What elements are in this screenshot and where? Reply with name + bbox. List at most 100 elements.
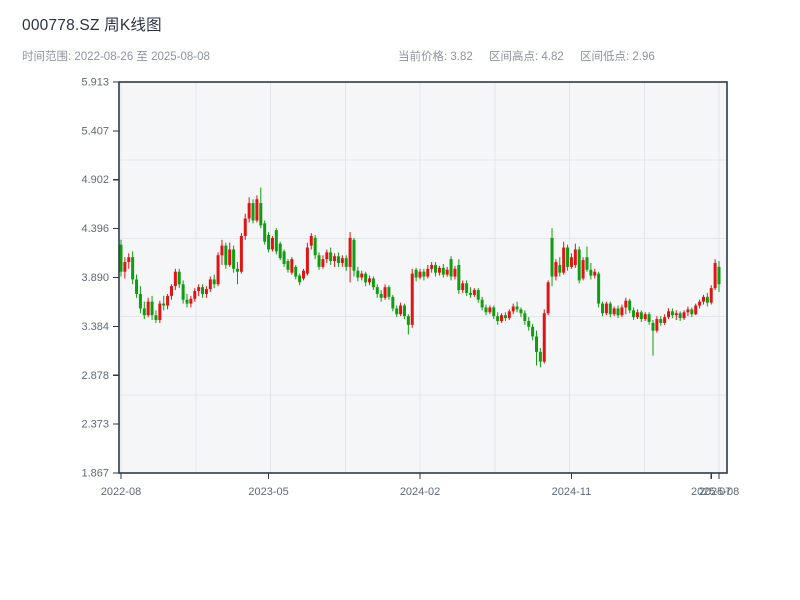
candle-body xyxy=(441,267,445,275)
x-tick-label: 2024-11 xyxy=(552,486,592,498)
candle-body xyxy=(406,316,410,325)
y-tick-label: 1.867 xyxy=(81,468,109,480)
candle-body xyxy=(391,296,395,309)
candle-body xyxy=(259,203,263,226)
candle-body xyxy=(387,287,391,297)
candle-body xyxy=(131,257,135,280)
candle-body xyxy=(437,267,441,273)
candle-body xyxy=(655,319,659,331)
candle-body xyxy=(480,299,484,308)
candle-body xyxy=(317,255,321,267)
candle-body xyxy=(204,289,208,294)
candle-body xyxy=(507,311,511,319)
candle-body xyxy=(418,271,422,278)
y-tick-label: 4.902 xyxy=(81,174,109,186)
candle-body xyxy=(154,315,158,321)
candle-body xyxy=(546,282,550,314)
candle-body xyxy=(461,283,465,291)
candle-body xyxy=(566,247,570,267)
candle-body xyxy=(348,237,352,267)
candle-body xyxy=(686,309,690,313)
candle-body xyxy=(472,290,476,295)
candle-body xyxy=(604,303,608,314)
candle-body xyxy=(383,287,387,298)
candle-body xyxy=(562,247,566,273)
candle-body xyxy=(674,313,678,316)
y-tick-label: 5.913 xyxy=(81,77,109,89)
candle-body xyxy=(612,308,616,315)
candle-body xyxy=(305,247,309,274)
candle-body xyxy=(298,275,302,283)
candle-body xyxy=(569,257,573,267)
candle-body xyxy=(678,313,682,319)
candle-body xyxy=(286,261,290,270)
candle-body xyxy=(321,259,325,267)
kline-page: 000778.SZ 周K线图 时间范围: 2022-08-26 至 2025-0… xyxy=(0,0,800,600)
candle-body xyxy=(515,306,519,310)
candle-body xyxy=(523,313,527,321)
candle-body xyxy=(368,278,372,283)
candle-body xyxy=(352,239,356,271)
candle-body xyxy=(150,301,154,316)
candle-body xyxy=(294,266,298,277)
y-tick-label: 4.396 xyxy=(81,223,109,235)
candle-body xyxy=(476,290,480,300)
candle-body xyxy=(302,270,306,279)
candle-body xyxy=(531,326,535,337)
candle-body xyxy=(527,320,531,327)
candle-body xyxy=(181,284,185,300)
candle-body xyxy=(639,312,643,320)
candle-body xyxy=(208,279,212,290)
candle-body xyxy=(620,307,624,316)
candle-body xyxy=(119,244,123,272)
candle-body xyxy=(247,203,251,219)
candle-body xyxy=(169,286,173,296)
candle-body xyxy=(313,237,317,256)
candle-body xyxy=(519,309,523,314)
candle-body xyxy=(177,271,181,285)
candle-body xyxy=(216,255,220,285)
candle-body xyxy=(550,237,554,277)
candle-body xyxy=(146,301,150,316)
candle-body xyxy=(670,311,674,316)
candle-body xyxy=(667,311,671,318)
candle-body xyxy=(538,351,542,362)
candle-body xyxy=(274,230,278,252)
candle-body xyxy=(608,303,612,315)
y-tick-label: 5.407 xyxy=(81,125,109,137)
y-tick-label: 3.384 xyxy=(81,321,109,333)
candle-body xyxy=(453,268,457,277)
candle-body xyxy=(717,266,721,285)
candle-body xyxy=(138,293,142,309)
candle-body xyxy=(484,307,488,313)
candle-body xyxy=(251,203,255,221)
y-tick-label: 3.890 xyxy=(81,272,109,284)
x-tick-label: 2022-08 xyxy=(101,486,141,498)
candle-body xyxy=(713,263,717,289)
candle-body xyxy=(379,293,383,298)
candle-body xyxy=(375,287,379,294)
candle-body xyxy=(235,268,239,272)
candle-body xyxy=(158,303,162,321)
candle-body xyxy=(142,308,146,316)
candle-body xyxy=(278,243,282,259)
candle-body xyxy=(220,245,224,256)
candle-body xyxy=(263,223,267,242)
candle-body xyxy=(492,307,496,317)
candle-body xyxy=(589,269,593,276)
candle-body xyxy=(364,273,368,283)
candle-body xyxy=(270,237,274,250)
candle-body xyxy=(647,314,651,322)
candle-body xyxy=(426,268,430,277)
candle-body xyxy=(682,312,686,319)
candle-body xyxy=(166,295,170,306)
candle-body xyxy=(643,314,647,320)
candle-body xyxy=(325,252,329,260)
candle-body xyxy=(500,315,504,321)
candle-body xyxy=(709,288,713,303)
candle-body xyxy=(511,306,515,312)
candle-body xyxy=(123,262,127,272)
candle-body xyxy=(232,249,236,269)
candle-body xyxy=(212,279,216,285)
candle-body xyxy=(698,301,702,306)
